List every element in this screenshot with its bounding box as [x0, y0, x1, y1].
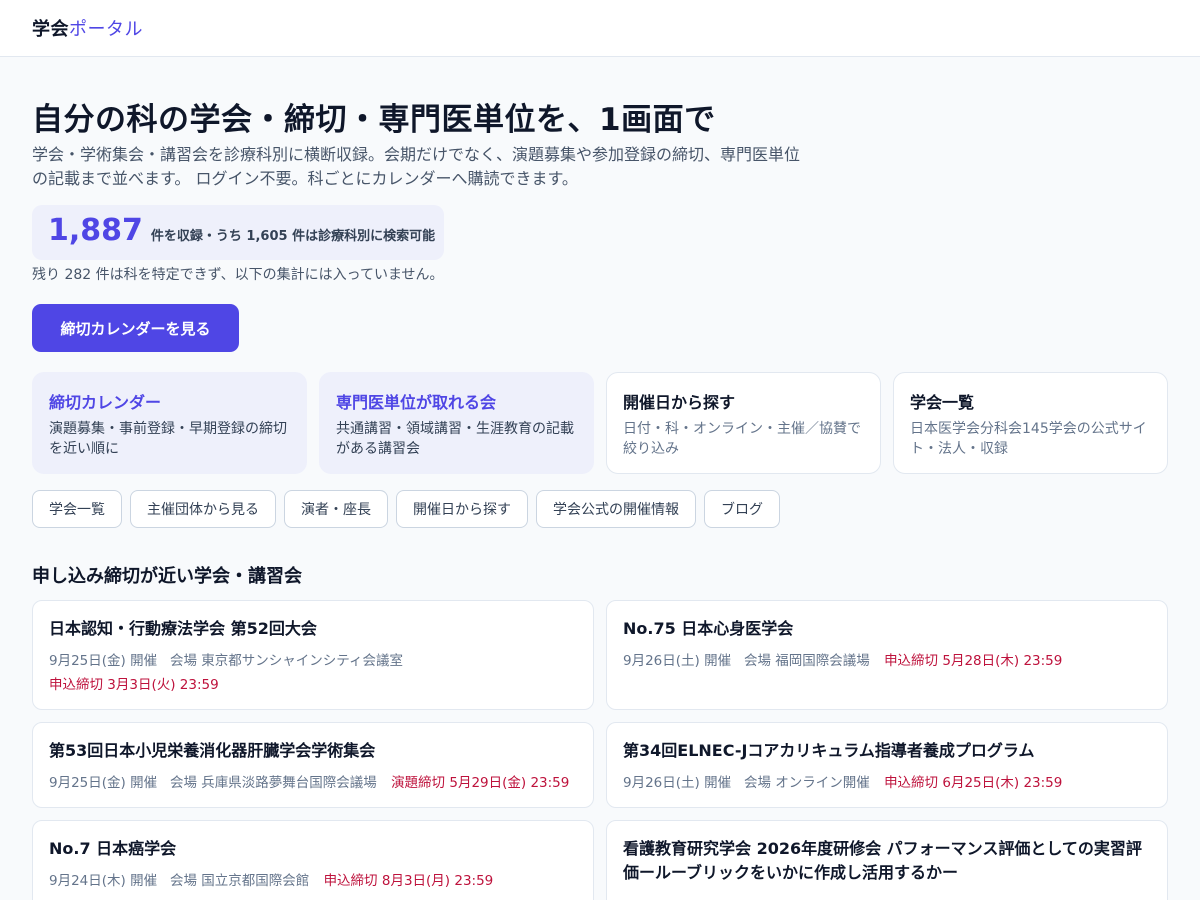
event-date: 9月26日(土) 開催: [623, 653, 732, 669]
section-title: 申し込み締切が近い学会・講習会: [32, 566, 302, 587]
event-meta: 9月26日(土) 開催 会場 オンライン開催 申込締切 6月25日(木) 23:…: [623, 771, 1151, 795]
deadline-calendar-button[interactable]: 締切カレンダーを見る: [32, 304, 239, 352]
event-title: No.75 日本心身医学会: [623, 619, 794, 638]
stats-summary: 件を収録・うち 1,605 件は診療科別に検索可能: [150, 229, 436, 244]
top-bar: 学会ポータル: [0, 0, 1200, 57]
card-description: 日本医学会分科会145学会の公式サイト・法人・収録: [910, 421, 1147, 457]
event-date: 9月25日(金) 開催: [49, 775, 158, 791]
event-title: 看護教育研究学会 2026年度研修会 パフォーマンス評価としての実習評価ールーブ…: [623, 839, 1142, 882]
card-search-by-date[interactable]: 開催日から探す 日付・科・オンライン・主催／協賛で絞り込み: [606, 372, 881, 474]
stats-total: 1,887: [48, 213, 143, 248]
card-description: 演題募集・事前登録・早期登録の締切を近い順に: [49, 421, 287, 457]
link-official-info[interactable]: 学会公式の開催情報: [536, 490, 696, 528]
card-deadline-calendar[interactable]: 締切カレンダー 演題募集・事前登録・早期登録の締切を近い順に: [32, 372, 307, 474]
logo-main: 学会: [32, 19, 69, 40]
event-deadline: 申込締切 5月28日(木) 23:59: [884, 653, 1063, 669]
stats-note: 残り 282 件は科を特定できず、以下の集計には入っていません。: [32, 267, 444, 283]
card-society-list[interactable]: 学会一覧 日本医学会分科会145学会の公式サイト・法人・収録: [893, 372, 1168, 474]
event-meta: 9月25日(金) 開催 会場 東京都サンシャインシティ会議室 申込締切 3月3日…: [49, 649, 577, 697]
event-card[interactable]: 第34回ELNEC-Jコアカリキュラム指導者養成プログラム 9月26日(土) 開…: [606, 722, 1168, 808]
link-organizers[interactable]: 主催団体から見る: [130, 490, 276, 528]
quick-links: 学会一覧 主催団体から見る 演者・座長 開催日から探す 学会公式の開催情報 ブロ…: [32, 490, 780, 528]
link-blog[interactable]: ブログ: [704, 490, 780, 528]
event-venue: 会場 福岡国際会議場: [743, 653, 870, 669]
event-list: 日本認知・行動療法学会 第52回大会 9月25日(金) 開催 会場 東京都サンシ…: [32, 600, 1168, 900]
event-meta: 9月26日(土) 開催 会場 福岡国際会議場 申込締切 5月28日(木) 23:…: [623, 649, 1151, 673]
event-card[interactable]: No.7 日本癌学会 9月24日(木) 開催 会場 国立京都国際会館 申込締切 …: [32, 820, 594, 900]
card-title: 学会一覧: [910, 393, 975, 412]
link-society-list[interactable]: 学会一覧: [32, 490, 122, 528]
event-deadline: 申込締切 6月25日(木) 23:59: [884, 775, 1063, 791]
event-date: 9月26日(土) 開催: [623, 775, 732, 791]
hero-title: 自分の科の学会・締切・専門医単位を、1画面で: [32, 102, 716, 138]
event-card[interactable]: 第53回日本小児栄養消化器肝臓学会学術集会 9月25日(金) 開催 会場 兵庫県…: [32, 722, 594, 808]
link-search-by-date[interactable]: 開催日から探す: [396, 490, 528, 528]
event-deadline: 申込締切 8月3日(月) 23:59: [323, 873, 494, 889]
card-title: 開催日から探す: [623, 393, 736, 412]
event-venue: 会場 兵庫県淡路夢舞台国際会議場: [169, 775, 377, 791]
card-specialist-credits[interactable]: 専門医単位が取れる会 共通講習・領域講習・生涯教育の記載がある講習会: [319, 372, 594, 474]
event-card[interactable]: No.75 日本心身医学会 9月26日(土) 開催 会場 福岡国際会議場 申込締…: [606, 600, 1168, 710]
event-title: 第34回ELNEC-Jコアカリキュラム指導者養成プログラム: [623, 741, 1035, 760]
event-venue: 会場 オンライン開催: [743, 775, 870, 791]
card-description: 共通講習・領域講習・生涯教育の記載がある講習会: [336, 421, 574, 457]
event-venue: 会場 東京都サンシャインシティ会議室: [169, 653, 403, 669]
card-description: 日付・科・オンライン・主催／協賛で絞り込み: [623, 421, 861, 457]
stats-box: 1,887 件を収録・うち 1,605 件は診療科別に検索可能: [32, 205, 444, 260]
event-card[interactable]: 看護教育研究学会 2026年度研修会 パフォーマンス評価としての実習評価ールーブ…: [606, 820, 1168, 900]
event-deadline: 演題締切 5月29日(金) 23:59: [391, 775, 570, 791]
event-title: No.7 日本癌学会: [49, 839, 177, 858]
feature-cards: 締切カレンダー 演題募集・事前登録・早期登録の締切を近い順に 専門医単位が取れる…: [32, 372, 1168, 474]
event-date: 9月25日(金) 開催: [49, 653, 158, 669]
event-meta: 9月25日(金) 開催 会場 兵庫県淡路夢舞台国際会議場 演題締切 5月29日(…: [49, 771, 577, 795]
card-title: 締切カレンダー: [49, 393, 162, 412]
event-date: 9月24日(木) 開催: [49, 873, 158, 889]
link-speakers[interactable]: 演者・座長: [284, 490, 388, 528]
event-title: 日本認知・行動療法学会 第52回大会: [49, 619, 317, 638]
event-title: 第53回日本小児栄養消化器肝臓学会学術集会: [49, 741, 376, 760]
event-deadline: 申込締切 3月3日(火) 23:59: [49, 677, 219, 693]
hero-description: 学会・学術集会・講習会を診療科別に横断収録。会期だけでなく、演題募集や参加登録の…: [32, 145, 801, 188]
event-card[interactable]: 日本認知・行動療法学会 第52回大会 9月25日(金) 開催 会場 東京都サンシ…: [32, 600, 594, 710]
event-meta: 9月24日(木) 開催 会場 国立京都国際会館 申込締切 8月3日(月) 23:…: [49, 869, 577, 893]
card-title: 専門医単位が取れる会: [336, 393, 497, 412]
event-venue: 会場 国立京都国際会館: [169, 873, 310, 889]
site-logo[interactable]: 学会ポータル: [32, 15, 143, 41]
logo-accent: ポータル: [69, 19, 143, 40]
